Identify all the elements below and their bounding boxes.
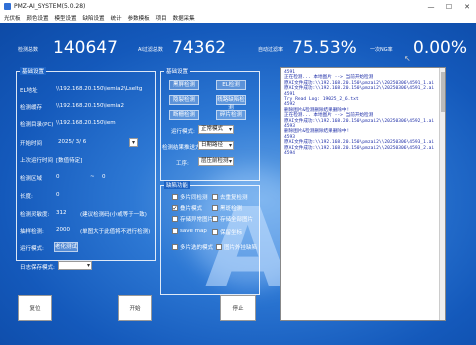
date-label: 开始时间 bbox=[20, 141, 43, 147]
stat-rate-value: 75.53% bbox=[292, 38, 357, 58]
menu-item-1[interactable]: 颜色设置 bbox=[27, 14, 49, 22]
menu-item-3[interactable]: 缺陷设置 bbox=[83, 14, 105, 22]
reset-button[interactable]: 复位 bbox=[18, 295, 52, 321]
check-item-1[interactable]: 去重复检测 bbox=[212, 193, 248, 201]
log-line: 原AI文件成功:\\192.168.20.150\pmzai2\\2025030… bbox=[284, 145, 435, 151]
date-value[interactable]: 2025/ 3/ 6 bbox=[58, 139, 86, 145]
stop-button[interactable]: 停止 bbox=[220, 295, 256, 321]
log-scrollbar[interactable] bbox=[439, 68, 445, 320]
toggle-0[interactable]: 黑屏检测 bbox=[169, 80, 199, 90]
checkbox-5[interactable] bbox=[212, 216, 218, 222]
ip2-value[interactable]: \\192.168.20.150\iemia2 bbox=[56, 103, 124, 109]
checkbox-3[interactable] bbox=[212, 205, 218, 211]
toggle-4[interactable]: 断栅检测 bbox=[169, 110, 199, 120]
menu-bar: 光伏板 颜色设置 模型设置 缺陷设置 统计 参数模板 项目 数据采集 bbox=[0, 13, 476, 23]
save-mode2-select[interactable]: 日期路径 bbox=[198, 141, 234, 150]
app-icon bbox=[4, 3, 11, 10]
run-mode-select[interactable]: 正常模式 bbox=[198, 125, 234, 134]
stat-ai-label: AI过滤总数 bbox=[138, 47, 163, 53]
last-start-label: 上次运行时间 bbox=[20, 158, 54, 164]
start-button[interactable]: 开始 bbox=[118, 295, 152, 321]
menu-item-0[interactable]: 光伏板 bbox=[4, 14, 21, 22]
check-item-0[interactable]: 多片同检测 bbox=[172, 193, 208, 201]
check-item-3[interactable]: 黑斑检测 bbox=[212, 204, 242, 212]
checkbox-0[interactable] bbox=[172, 194, 178, 200]
work-select[interactable]: 层压前检测 bbox=[198, 157, 234, 166]
toggle-2[interactable]: 隐裂检测 bbox=[169, 95, 199, 105]
ip1-value[interactable]: \\192.168.20.150\iemia2\Lseltg bbox=[56, 86, 142, 92]
count-hint: (单图大于此值将不进行检测) bbox=[80, 229, 151, 235]
log-line: 原AI文件成功:\\192.168.20.150\pmzai2\\2025030… bbox=[284, 140, 435, 146]
check-item-7[interactable]: 保留坐标 bbox=[212, 228, 242, 236]
toggle-1[interactable]: EL检测 bbox=[216, 80, 246, 90]
log-line: 原AI文件成功:\\192.168.20.150\pmzai2\\2025030… bbox=[284, 118, 435, 124]
fold-label: 运行模式: bbox=[20, 246, 44, 252]
log-line: 4594 bbox=[284, 151, 296, 157]
sensitivity-hint: (建议检测码(小或等于一致) bbox=[80, 212, 147, 218]
check-item-9[interactable]: 图片外挂缺陷 bbox=[216, 243, 257, 251]
menu-item-6[interactable]: 项目 bbox=[156, 14, 167, 22]
window-title: PMZ-AI_SYSTEM(5.0.28) bbox=[14, 3, 86, 10]
minimize-button[interactable]: — bbox=[422, 0, 440, 13]
toggle-3[interactable]: 线路缺陷检测 bbox=[216, 95, 246, 111]
fold-mode-button[interactable]: 老化测试 bbox=[54, 242, 78, 252]
stat-rate-label: 自动过滤率 bbox=[258, 47, 284, 53]
mid-panel-title: 基础设置 bbox=[164, 67, 191, 75]
run-mode-label: 运行模式: bbox=[171, 129, 195, 135]
title-bar: PMZ-AI_SYSTEM(5.0.28) — ☐ ✕ bbox=[0, 0, 476, 13]
log-line: 原AI文件成功:\\192.168.20.150\pmzai2\\2025030… bbox=[284, 86, 435, 92]
ip3-value[interactable]: \\192.168.20.150\iem bbox=[56, 120, 116, 126]
mouse-cursor-icon: ↖ bbox=[404, 54, 411, 63]
row-range-label: 检测区域 bbox=[20, 176, 43, 182]
stat-total-value: 140647 bbox=[53, 38, 118, 58]
close-button[interactable]: ✕ bbox=[458, 0, 476, 13]
stat-ng-label: 一次NG率 bbox=[370, 47, 393, 53]
defect-panel bbox=[160, 185, 260, 295]
check-item-4[interactable]: 存储异常图片 bbox=[172, 215, 213, 223]
check-item-5[interactable]: 存储全部图片 bbox=[212, 215, 253, 223]
ip3-label: 检测目录(PC) bbox=[20, 122, 54, 128]
ip1-label: EL地址 bbox=[20, 88, 38, 94]
log-scroll-thumb[interactable] bbox=[441, 72, 445, 112]
count-label: 抽样检测: bbox=[20, 229, 44, 235]
checkbox-6[interactable] bbox=[172, 228, 178, 234]
stat-ng-value: 0.00% bbox=[413, 38, 468, 58]
menu-item-5[interactable]: 参数模板 bbox=[128, 14, 150, 22]
checkbox-4[interactable] bbox=[172, 216, 178, 222]
row-range-end[interactable]: 0 bbox=[102, 174, 106, 180]
menu-item-7[interactable]: 数据采集 bbox=[173, 14, 195, 22]
row-range-tilde: ~ bbox=[90, 174, 95, 180]
left-panel-title: 基础设置 bbox=[20, 67, 47, 75]
maximize-button[interactable]: ☐ bbox=[440, 0, 458, 13]
work-label: 工序: bbox=[176, 161, 189, 167]
log-output[interactable]: 4591 正在检测... 本地图片 --> 当前开始检测 原AI文件成功:\\1… bbox=[280, 67, 446, 321]
checkbox-7[interactable] bbox=[212, 229, 218, 235]
check-item-8[interactable]: 多片选的模式 bbox=[172, 243, 213, 251]
sensitivity-value[interactable]: 312 bbox=[56, 210, 67, 216]
checkbox-2[interactable]: ✓ bbox=[172, 205, 178, 212]
last-start-value: [数值待定] bbox=[56, 158, 83, 164]
sensitivity-label: 检测灵敏度: bbox=[20, 212, 50, 218]
rows-label: 长度: bbox=[20, 194, 33, 200]
defect-panel-title: 缺陷功能 bbox=[164, 181, 191, 189]
stat-ai-value: 74362 bbox=[172, 38, 227, 58]
checkbox-9[interactable] bbox=[216, 244, 222, 250]
checkbox-1[interactable] bbox=[212, 194, 218, 200]
menu-item-4[interactable]: 统计 bbox=[111, 14, 122, 22]
main-area: Ai 检测总数 140647 AI过滤总数 74362 自动过滤率 75.53%… bbox=[0, 23, 476, 345]
menu-item-2[interactable]: 模型设置 bbox=[55, 14, 77, 22]
check-item-6[interactable]: save map bbox=[172, 228, 207, 234]
toggle-5[interactable]: 碎片检测 bbox=[216, 110, 246, 120]
date-picker-button[interactable]: ▾ bbox=[129, 138, 138, 147]
save-mode-select[interactable] bbox=[58, 261, 92, 270]
ip2-label: 检测缓存 bbox=[20, 105, 43, 111]
count-value[interactable]: 2000 bbox=[56, 227, 70, 233]
row-range-start[interactable]: 0 bbox=[56, 174, 60, 180]
checkbox-8[interactable] bbox=[172, 244, 178, 250]
check-item-2[interactable]: ✓ 叠片模式 bbox=[172, 204, 202, 212]
save-mode-label: 日志保存模式: bbox=[20, 265, 55, 271]
rows-value[interactable]: 0 bbox=[56, 192, 60, 198]
stat-total-label: 检测总数 bbox=[18, 47, 39, 53]
